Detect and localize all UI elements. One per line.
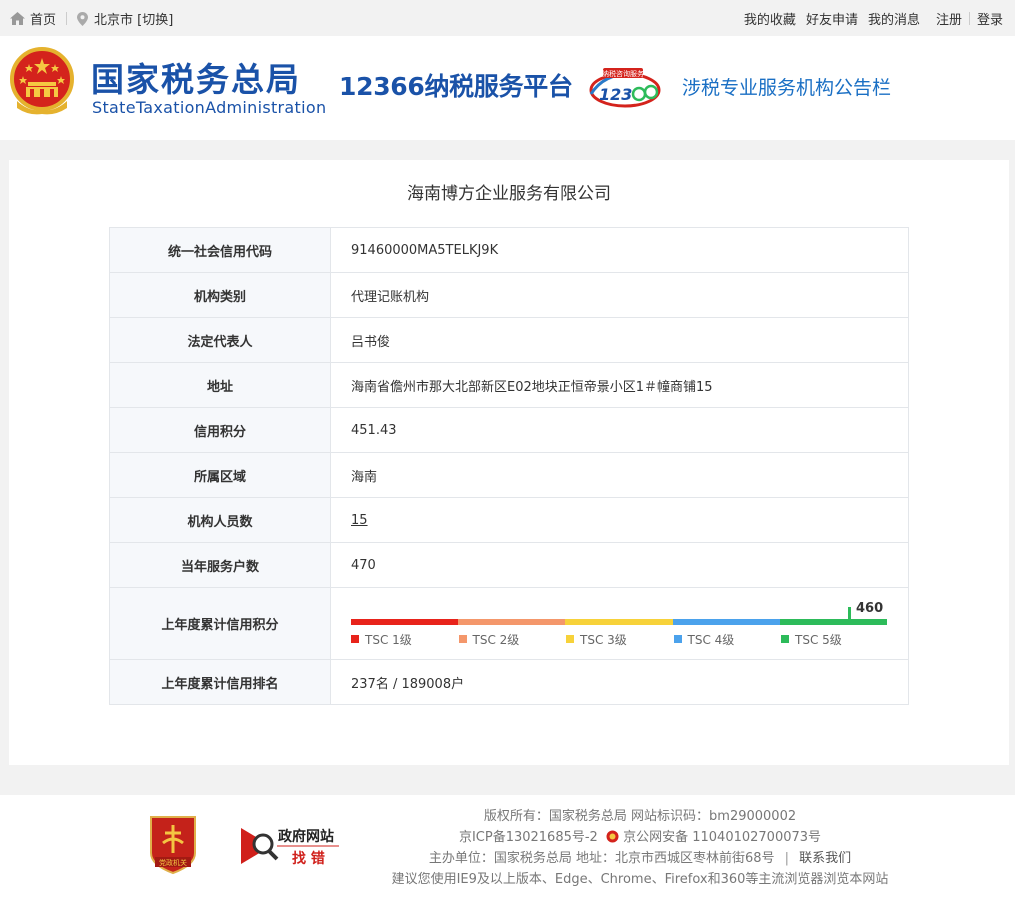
sponsor-line: 主办单位：国家税务总局 地址：北京市西城区枣林前街68号 | 联系我们 <box>360 848 920 869</box>
police-record-number[interactable]: 京公网安备 11040102700073号 <box>623 830 821 845</box>
table-row: 所属区域 海南 <box>109 452 909 498</box>
legend-item: TSC 2级 <box>458 631 567 648</box>
legend-swatch <box>351 635 359 643</box>
row-value: 海南省儋州市那大北部新区E02地块正恒帝景小区1＃幢商铺15 <box>330 362 909 408</box>
legend-label: TSC 2级 <box>472 632 520 647</box>
staff-count-cell: 15 <box>330 497 909 543</box>
table-row: 当年服务户数 470 <box>109 542 909 588</box>
legend-label: TSC 5级 <box>795 632 842 647</box>
icp-line: 京ICP备13021685号-2 京公网安备 11040102700073号 <box>360 827 920 848</box>
legend-item: TSC 3级 <box>566 631 674 648</box>
login-link[interactable]: 登录 <box>977 9 1003 28</box>
row-value: 代理记账机构 <box>330 272 909 318</box>
site-footer: 党政机关 政府网站 找 错 版权所有：国家税务总局 网站标识码：bm290000… <box>0 795 1015 901</box>
gov-site-error-report[interactable]: 找 错 <box>292 850 325 868</box>
row-label: 上年度累计信用积分 <box>109 587 331 660</box>
credit-level-bar: 460 TSC 1级 TSC 2级 TSC 3级 TSC 4级 TSC 5级 <box>351 601 891 647</box>
level-bar-track <box>351 618 888 625</box>
level-segment-3 <box>565 618 673 625</box>
home-link[interactable]: 首页 <box>10 9 56 28</box>
legend-swatch <box>458 635 467 643</box>
platform-title: 12366纳税服务平台 <box>339 72 573 101</box>
divider <box>968 12 970 25</box>
icp-number[interactable]: 京ICP备13021685号-2 <box>459 830 598 845</box>
table-row: 地址 海南省儋州市那大北部新区E02地块正恒帝景小区1＃幢商铺15 <box>109 362 909 408</box>
copyright-line: 版权所有：国家税务总局 网站标识码：bm29000002 <box>483 809 797 824</box>
legend-swatch <box>566 635 574 643</box>
table-row: 机构类别 代理记账机构 <box>109 272 909 318</box>
city-switch[interactable]: 北京市 [切换] <box>77 9 173 28</box>
contact-us-link[interactable]: 联系我们 <box>799 851 851 866</box>
legend-swatch <box>781 635 789 643</box>
legend-label: TSC 1级 <box>365 632 412 647</box>
level-segment-5 <box>779 618 888 625</box>
top-bar-left: 首页 北京市 [切换] <box>10 9 173 28</box>
table-row: 机构人员数 15 <box>109 497 909 543</box>
level-segment-1 <box>351 618 459 625</box>
register-link[interactable]: 注册 <box>936 9 962 28</box>
table-row: 上年度累计信用排名 237名 / 189008户 <box>109 659 909 705</box>
messages-link[interactable]: 我的消息 <box>868 9 920 28</box>
row-value: 470 <box>330 542 909 588</box>
row-value: 237名 / 189008户 <box>330 659 909 705</box>
page-subtitle: 涉税专业服务机构公告栏 <box>682 77 892 99</box>
home-label: 首页 <box>30 13 57 28</box>
svg-text:123: 123 <box>599 85 632 104</box>
company-name: 海南博方企业服务有限公司 <box>407 184 611 204</box>
legend-item: TSC 4级 <box>673 631 782 648</box>
level-segment-2 <box>458 618 566 625</box>
credit-bar-cell: 460 TSC 1级 TSC 2级 TSC 3级 TSC 4级 TSC 5级 <box>330 587 909 660</box>
party-badge-text: 党政机关 <box>159 858 187 867</box>
city-label: 北京市 [切换] <box>94 13 174 28</box>
service-12366-logo-icon: 纳税咨询服务 123 <box>589 68 661 108</box>
legend-label: TSC 4级 <box>687 632 735 647</box>
row-value: 91460000MA5TELKJ9K <box>330 227 909 273</box>
divider: | <box>784 851 790 866</box>
site-header: 国家税务总局 StateTaxationAdministration 12366… <box>0 36 1015 140</box>
row-label: 地址 <box>109 362 331 408</box>
location-pin-icon <box>77 11 89 26</box>
divider <box>66 12 68 25</box>
friend-request-link[interactable]: 好友申请 <box>806 9 858 28</box>
legend-item: TSC 1级 <box>351 631 459 648</box>
row-label: 当年服务户数 <box>109 542 331 588</box>
national-emblem-icon <box>10 47 74 115</box>
top-bar: 首页 北京市 [切换] 我的收藏 好友申请 我的消息 注册 登录 <box>0 0 1015 36</box>
row-label: 法定代表人 <box>109 317 331 363</box>
home-icon <box>10 12 25 25</box>
top-bar-right: 我的收藏 好友申请 我的消息 注册 登录 <box>734 9 1003 28</box>
legend-label: TSC 3级 <box>580 632 627 647</box>
score-marker <box>848 606 851 621</box>
brand-name-en: StateTaxationAdministration <box>92 98 327 117</box>
row-value: 海南 <box>330 452 909 498</box>
logo-badge-text: 纳税咨询服务 <box>602 69 644 78</box>
row-label: 机构人员数 <box>109 497 331 543</box>
agency-info-table: 统一社会信用代码 91460000MA5TELKJ9K 机构类别 代理记账机构 … <box>109 227 909 705</box>
party-government-badge-icon[interactable]: 党政机关 <box>147 813 199 875</box>
agency-detail-card: 海南博方企业服务有限公司 统一社会信用代码 91460000MA5TELKJ9K… <box>9 160 1009 765</box>
row-label: 信用积分 <box>109 407 331 453</box>
legend-swatch <box>673 635 682 643</box>
row-label: 机构类别 <box>109 272 331 318</box>
table-row: 上年度累计信用积分 460 TSC 1级 TSC 2级 TSC 3级 TSC 4… <box>109 587 909 660</box>
table-row: 信用积分 451.43 <box>109 407 909 453</box>
score-marker-value: 460 <box>856 600 884 616</box>
row-label: 上年度累计信用排名 <box>109 659 331 705</box>
favorites-link[interactable]: 我的收藏 <box>744 9 796 28</box>
level-segment-4 <box>672 618 780 625</box>
police-badge-icon <box>606 830 619 843</box>
row-value: 吕书俊 <box>330 317 909 363</box>
gov-site-title[interactable]: 政府网站 <box>278 828 334 846</box>
row-label: 统一社会信用代码 <box>109 227 331 273</box>
sponsor-info: 主办单位：国家税务总局 地址：北京市西城区枣林前街68号 <box>428 851 775 866</box>
level-legend: TSC 1级 TSC 2级 TSC 3级 TSC 4级 TSC 5级 <box>351 631 891 648</box>
row-value: 451.43 <box>330 407 909 453</box>
browser-hint: 建议您使用IE9及以上版本、Edge、Chrome、Firefox和360等主流… <box>391 872 889 887</box>
brand-name-cn: 国家税务总局 <box>91 60 301 99</box>
legend-item: TSC 5级 <box>781 631 889 648</box>
row-label: 所属区域 <box>109 452 331 498</box>
table-row: 统一社会信用代码 91460000MA5TELKJ9K <box>109 227 909 273</box>
staff-count-link[interactable]: 15 <box>351 513 368 528</box>
table-row: 法定代表人 吕书俊 <box>109 317 909 363</box>
